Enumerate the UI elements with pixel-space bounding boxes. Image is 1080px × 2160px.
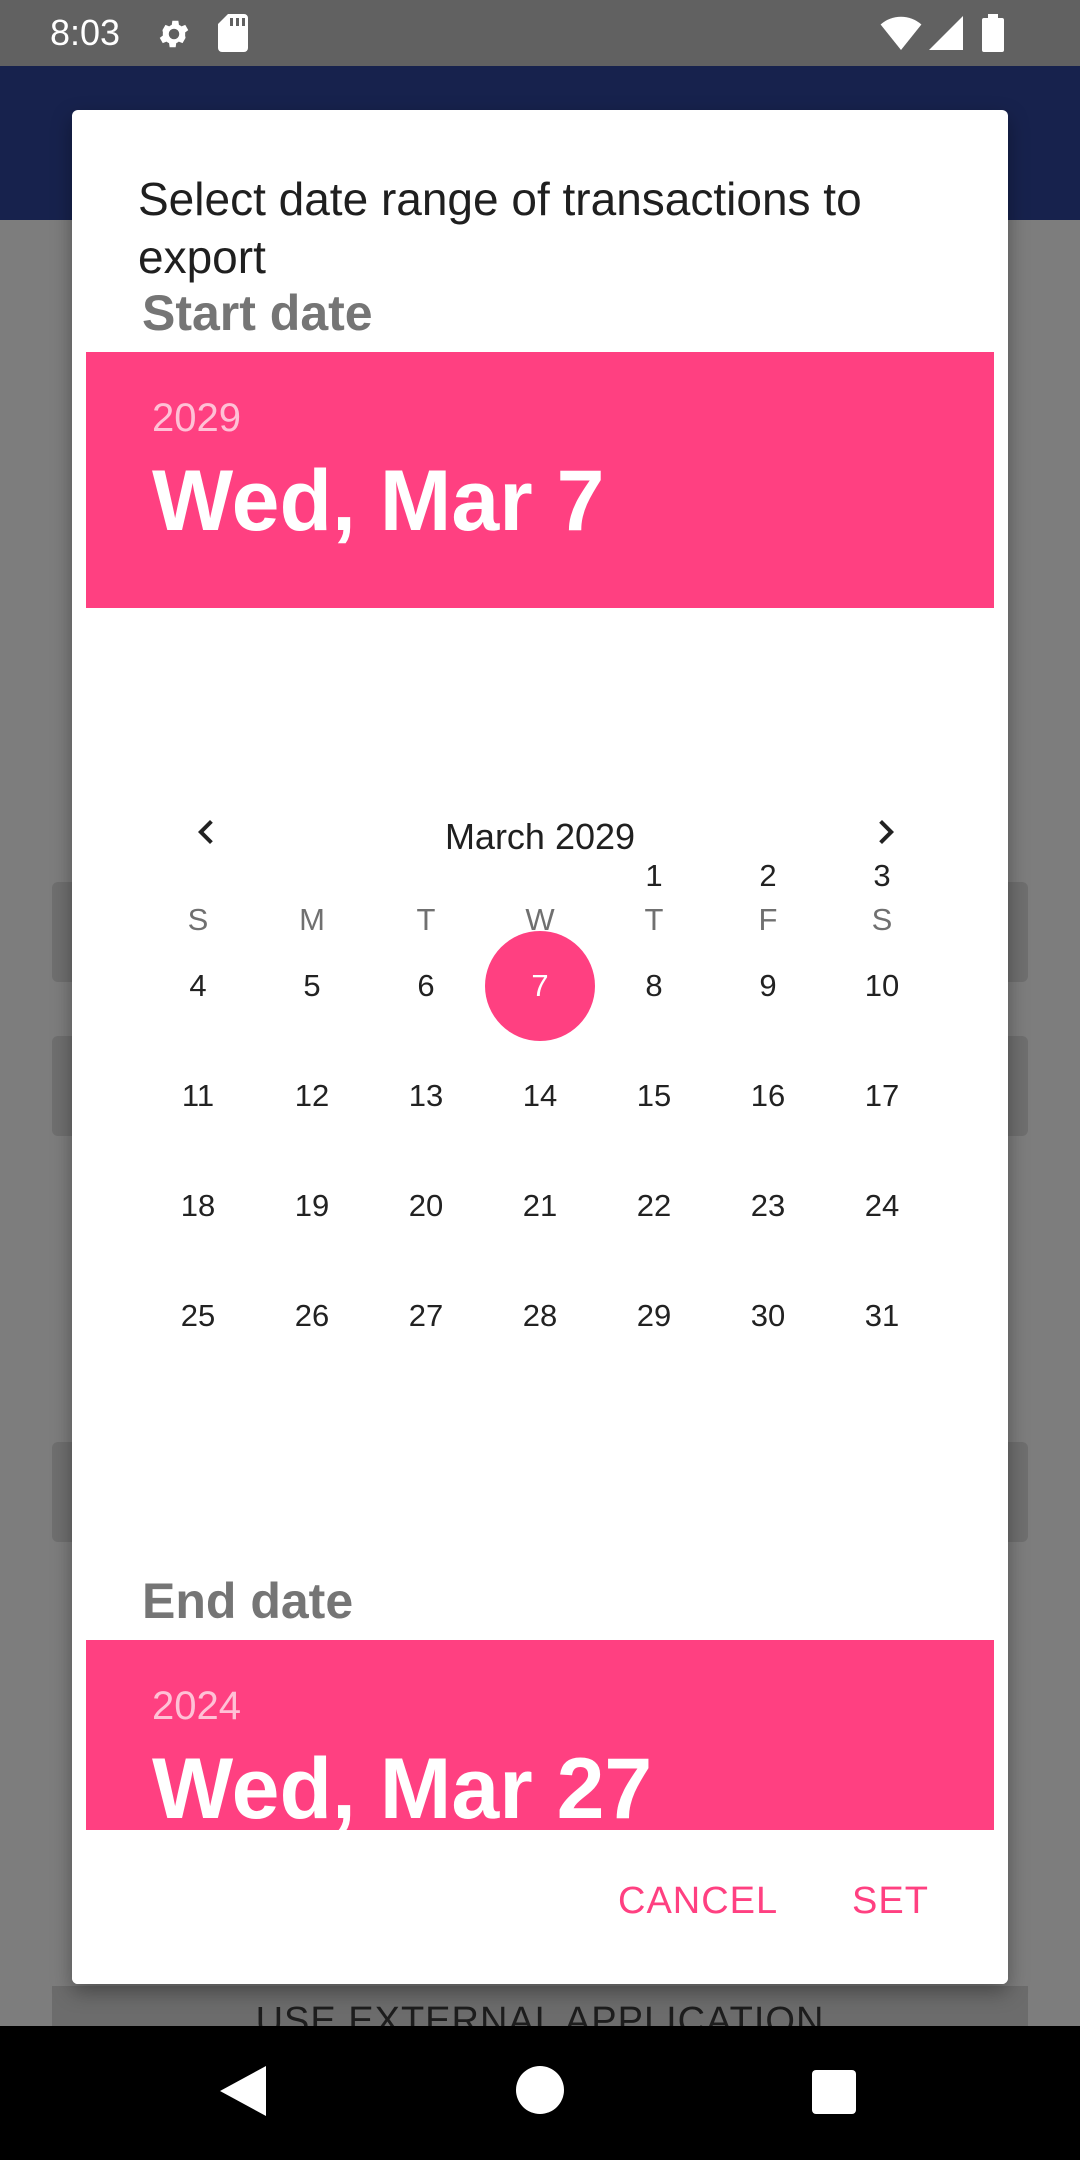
calendar-day[interactable]: 25 <box>143 1261 253 1371</box>
start-date-header: 2029 Wed, Mar 7 <box>86 352 994 608</box>
navigation-bar <box>0 2026 1080 2160</box>
calendar-day[interactable]: 22 <box>599 1151 709 1261</box>
calendar-day[interactable]: 16 <box>713 1041 823 1151</box>
calendar-day[interactable]: 23 <box>713 1151 823 1261</box>
start-date-display[interactable]: Wed, Mar 7 <box>152 452 604 551</box>
recents-icon[interactable] <box>812 2070 856 2119</box>
calendar-day[interactable]: 21 <box>485 1151 595 1261</box>
calendar-day[interactable]: 12 <box>257 1041 367 1151</box>
calendar-day[interactable]: 28 <box>485 1261 595 1371</box>
calendar-day[interactable]: 4 <box>143 931 253 1041</box>
set-button[interactable]: SET <box>852 1880 929 1923</box>
calendar-day[interactable]: 24 <box>827 1151 937 1261</box>
start-date-label: Start date <box>142 290 373 341</box>
calendar-day[interactable]: 30 <box>713 1261 823 1371</box>
calendar-day[interactable]: 19 <box>257 1151 367 1261</box>
calendar-day[interactable]: 20 <box>371 1151 481 1261</box>
calendar-day[interactable]: 31 <box>827 1261 937 1371</box>
end-date-display[interactable]: Wed, Mar 27 <box>152 1740 652 1830</box>
calendar-day[interactable]: 5 <box>257 931 367 1041</box>
dialog-title: Select date range of transactions to exp… <box>138 173 862 283</box>
wifi-icon <box>880 16 922 55</box>
calendar-day[interactable]: 15 <box>599 1041 709 1151</box>
selected-day[interactable]: 7 <box>485 931 595 1041</box>
status-bar: 8:03 <box>0 0 1080 66</box>
calendar-day[interactable]: 26 <box>257 1261 367 1371</box>
calendar-day[interactable]: 14 <box>485 1041 595 1151</box>
calendar-day[interactable]: 27 <box>371 1261 481 1371</box>
back-icon[interactable] <box>220 2066 266 2121</box>
calendar-day[interactable]: 10 <box>827 931 937 1041</box>
gear-icon <box>156 16 192 57</box>
calendar-day[interactable]: 9 <box>713 931 823 1041</box>
calendar-day[interactable]: 8 <box>599 931 709 1041</box>
end-date-header: 2024 Wed, Mar 27 <box>86 1640 994 1830</box>
end-date-label: End date <box>142 1573 354 1629</box>
cancel-button[interactable]: CANCEL <box>618 1880 778 1923</box>
start-year[interactable]: 2029 <box>152 396 241 441</box>
cell-signal-icon <box>928 16 964 55</box>
calendar-day[interactable]: 17 <box>827 1041 937 1151</box>
end-year[interactable]: 2024 <box>152 1684 241 1729</box>
home-icon[interactable] <box>516 2066 564 2119</box>
calendar-day[interactable]: 18 <box>143 1151 253 1261</box>
calendar-day[interactable]: 1 <box>599 821 709 931</box>
calendar-day[interactable]: 11 <box>143 1041 253 1151</box>
status-time: 8:03 <box>50 12 121 53</box>
sd-card-icon <box>218 14 248 57</box>
calendar-day[interactable]: 29 <box>599 1261 709 1371</box>
calendar-day[interactable]: 6 <box>371 931 481 1041</box>
battery-icon <box>982 14 1004 57</box>
calendar-day[interactable]: 3 <box>827 821 937 931</box>
date-range-dialog: Select date range of transactions to exp… <box>72 110 1008 1984</box>
dialog-scroll-content[interactable]: Start date 2029 Wed, Mar 7 March 2029 SM… <box>72 290 1008 1830</box>
dialog-actions: CANCEL SET <box>72 1830 1008 1984</box>
calendar-day[interactable]: 2 <box>713 821 823 931</box>
calendar-day[interactable]: 13 <box>371 1041 481 1151</box>
